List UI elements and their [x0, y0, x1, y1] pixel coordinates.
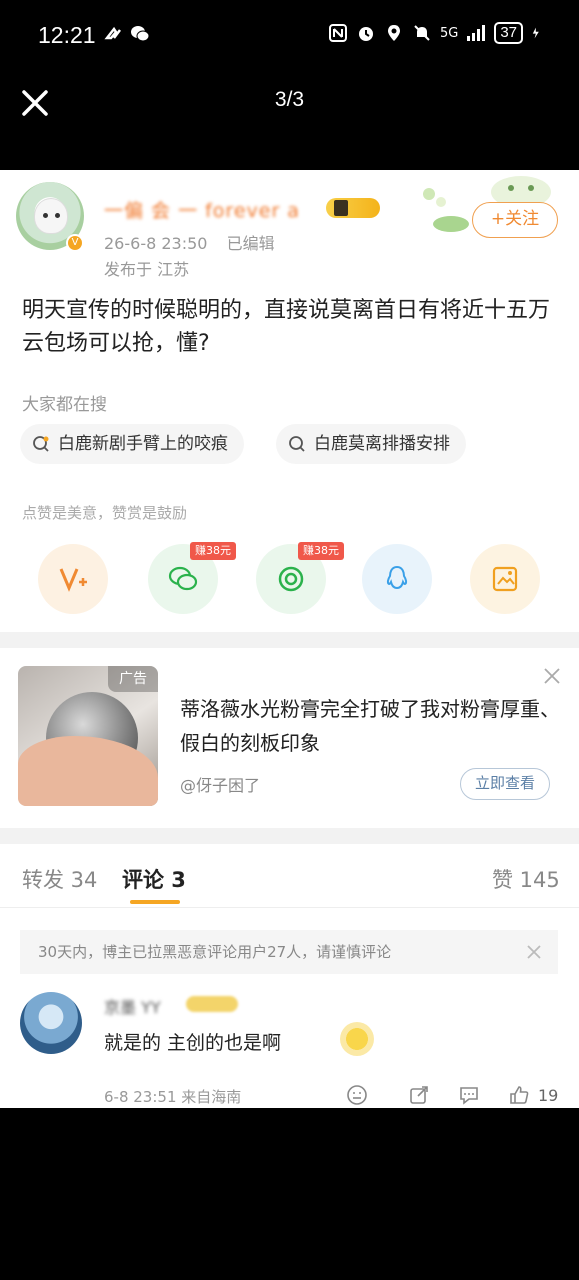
active-tab-indicator: [130, 900, 180, 904]
close-icon[interactable]: [542, 666, 562, 686]
post-text: 明天宣传的时候聪明的，直接说莫离首日有将近十五万云包场可以抢，懂?: [22, 298, 551, 356]
signal-bars-icon: [467, 25, 486, 41]
reward-title: 点赞是美意，赞赏是鼓励: [22, 504, 188, 522]
post-timestamp: 26-6-8 23:50: [104, 234, 208, 253]
location-icon: [387, 25, 400, 41]
ad-author[interactable]: @伢子困了: [180, 772, 260, 796]
tab-likes[interactable]: 赞 145: [492, 864, 560, 894]
status-time: 12:21: [38, 22, 96, 48]
wechat-icon: [168, 566, 198, 591]
battery-indicator: 37: [494, 22, 523, 44]
sticker-icon: [340, 1022, 374, 1056]
post-location: 发布于 江苏: [104, 260, 190, 279]
tab-comments[interactable]: 评论 3: [122, 864, 186, 894]
level-badge: [326, 198, 380, 218]
save-image-button[interactable]: [470, 544, 540, 614]
image-viewer-toolbar: 3/3: [0, 74, 579, 170]
comment-notice: 30天内，博主已拉黑恶意评论用户27人，请谨慎评论: [20, 930, 558, 974]
tab-repost[interactable]: 转发 34: [22, 864, 97, 894]
avatar-figure: [34, 198, 68, 234]
section-divider: [0, 632, 579, 648]
close-icon[interactable]: [526, 944, 542, 960]
earn-tag: 赚38元: [190, 542, 236, 560]
search-chip-1[interactable]: 白鹿新剧手臂上的咬痕: [20, 424, 244, 464]
hot-search-icon: [33, 436, 49, 452]
search-chip-label: 白鹿新剧手臂上的咬痕: [58, 434, 228, 454]
search-chip-2[interactable]: 白鹿莫离排播安排: [276, 424, 466, 464]
comment-like-count: 19: [538, 1086, 559, 1105]
section-divider: [0, 828, 579, 844]
save-image-icon: [492, 566, 518, 592]
level-badge: [186, 996, 238, 1012]
follow-button[interactable]: +关注: [472, 202, 558, 238]
qq-icon: [386, 565, 408, 590]
comment-text: 就是的 主创的也是啊: [104, 1032, 282, 1054]
ad-card[interactable]: 广告 蒂洛薇水光粉膏完全打破了我对粉膏厚重、假白的刻板印象 @伢子困了 立即查看: [0, 648, 579, 828]
post-screenshot: V 一偏 会 一 forever a 26-6-8 23:50 已编辑 发布于 …: [0, 170, 579, 1108]
wechat-icon: [131, 26, 150, 42]
status-left-icons: [104, 24, 150, 44]
charging-icon: [532, 27, 539, 39]
mute-bell-icon: [414, 25, 430, 41]
like-icon[interactable]: [508, 1084, 530, 1106]
ad-view-button[interactable]: 立即查看: [460, 768, 550, 800]
ad-tag: 广告: [108, 666, 158, 692]
status-bar: 12:21 5G 37: [0, 0, 579, 74]
comment-username[interactable]: 京墨 YY: [104, 994, 161, 1018]
alarm-icon: [358, 27, 373, 41]
search-icon: [289, 436, 305, 452]
status-right-icons: 5G 37: [328, 22, 543, 44]
nfc-icon: [328, 24, 347, 42]
network-indicator: 5G: [439, 25, 459, 41]
verified-badge-icon: V: [66, 234, 84, 252]
share-qq-button[interactable]: [362, 544, 432, 614]
post-header: V 一偏 会 一 forever a 26-6-8 23:50 已编辑 发布于 …: [0, 170, 579, 290]
avatar[interactable]: [20, 992, 82, 1054]
reward-v-plus-icon: [59, 568, 87, 592]
interaction-tabs: 转发 34 评论 3 赞 145: [0, 844, 579, 908]
reward-button[interactable]: [38, 544, 108, 614]
comment-time: 6-8 23:51 来自海南: [104, 1088, 242, 1106]
share-icon[interactable]: [408, 1084, 430, 1106]
search-chip-label: 白鹿莫离排播安排: [314, 434, 450, 454]
trending-search-title: 大家都在搜: [22, 395, 107, 415]
page-counter: 3/3: [274, 88, 305, 111]
reply-icon[interactable]: [458, 1084, 480, 1106]
comment-item: 京墨 YY 就是的 主创的也是啊 6-8 23:51 来自海南 19: [0, 986, 579, 1108]
username[interactable]: 一偏 会 一 forever a: [104, 196, 300, 223]
ad-headline[interactable]: 蒂洛薇水光粉膏完全打破了我对粉膏厚重、假白的刻板印象: [180, 692, 560, 760]
signal-arrow-icon: [104, 26, 121, 40]
notice-text: 30天内，博主已拉黑恶意评论用户27人，请谨慎评论: [38, 943, 392, 961]
moments-camera-icon: [278, 566, 304, 592]
earn-tag: 赚38元: [298, 542, 344, 560]
post-time: 26-6-8 23:50 已编辑: [104, 230, 275, 254]
edited-label[interactable]: 已编辑: [227, 234, 275, 253]
emoji-icon[interactable]: [346, 1084, 368, 1106]
